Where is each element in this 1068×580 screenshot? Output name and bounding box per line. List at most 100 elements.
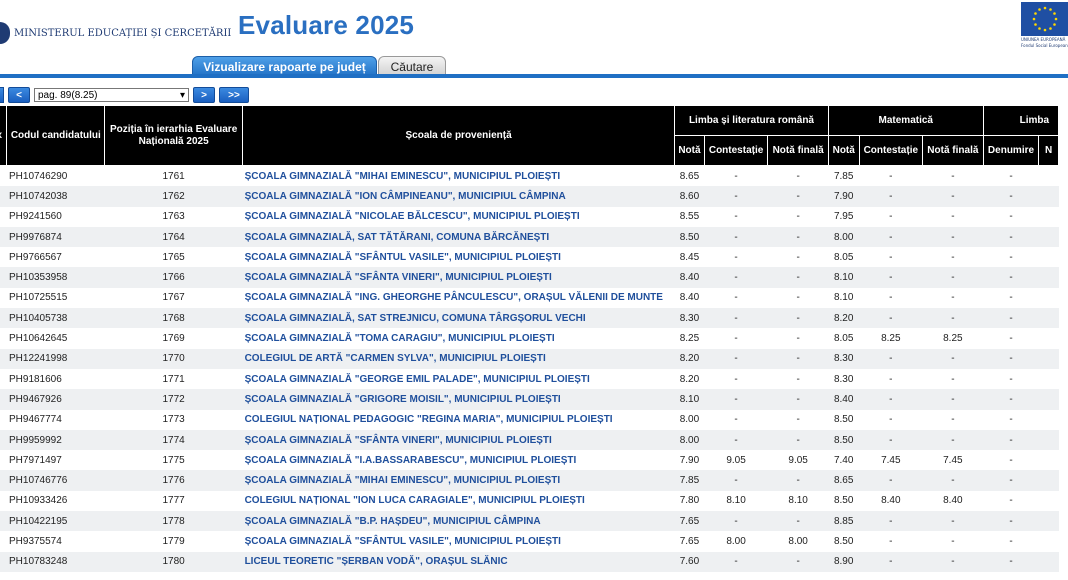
mate-nota-cell: 8.65 <box>828 470 860 491</box>
limba-n-cell <box>1038 531 1059 552</box>
table-row: PH10742038 1762 ȘCOALA GIMNAZIALĂ "ION CÂM… <box>0 186 1059 207</box>
candidate-code-cell: PH9375574 <box>6 531 105 552</box>
limba-n-cell <box>1038 226 1059 248</box>
table-row: PH9766567 1765 ȘCOALA GIMNAZIALĂ "SFÂNTUL … <box>0 247 1059 268</box>
eu-caption-1: UNIUNEA EUROPEANĂ <box>1021 37 1066 42</box>
first-page-button[interactable] <box>0 87 4 103</box>
school-link[interactable]: ȘCOALA GIMNAZIALĂ "ION CÂMPINEANU", MUNI… <box>242 186 675 207</box>
romana-nota-finala-cell: - <box>767 308 829 329</box>
col-header-romana-nota: Notă <box>674 135 705 166</box>
school-link[interactable]: ȘCOALA GIMNAZIALĂ "SFÂNTUL VASILE", MUNI… <box>242 531 675 552</box>
mate-nota-finala-cell: - <box>922 226 984 248</box>
school-link[interactable]: ȘCOALA GIMNAZIALĂ, SAT STREJNICU, COMUNA… <box>242 308 675 329</box>
mate-nota-finala-cell: - <box>922 429 984 451</box>
school-link[interactable]: ȘCOALA GIMNAZIALĂ "ING. GHEORGHE PÂNCULE… <box>242 287 675 309</box>
school-link[interactable]: ȘCOALA GIMNAZIALĂ "GEORGE EMIL PALADE", … <box>242 368 675 390</box>
limba-denumire-cell: - <box>983 206 1039 227</box>
col-group-limba: Limba <box>982 105 1060 136</box>
school-link[interactable]: ȘCOALA GIMNAZIALĂ "I.A.BASSARABESCU", MU… <box>242 450 675 471</box>
romana-contestatie-cell: - <box>704 247 768 268</box>
mate-nota-cell: 8.50 <box>828 490 860 512</box>
limba-n-cell <box>1038 511 1059 532</box>
row-spacer-cell <box>0 531 7 552</box>
candidate-code-cell: PH10405738 <box>6 308 105 329</box>
school-link[interactable]: ȘCOALA GIMNAZIALĂ "TOMA CARAGIU", MUNICI… <box>242 328 675 349</box>
mate-nota-finala-cell: - <box>922 186 984 207</box>
mate-contestatie-cell: - <box>859 531 923 552</box>
position-cell: 1779 <box>104 531 243 552</box>
limba-n-cell <box>1038 287 1059 309</box>
romana-nota-finala-cell: - <box>767 226 829 248</box>
school-link[interactable]: ȘCOALA GIMNAZIALĂ, SAT TĂTĂRANI, COMUNA … <box>242 226 675 248</box>
limba-n-cell <box>1038 165 1059 187</box>
mate-nota-finala-cell: - <box>922 267 984 288</box>
mate-contestatie-cell: - <box>859 267 923 288</box>
mate-nota-finala-cell: - <box>922 470 984 491</box>
limba-denumire-cell: - <box>983 308 1039 329</box>
mate-contestatie-cell: - <box>859 186 923 207</box>
school-link[interactable]: ȘCOALA GIMNAZIALĂ "NICOLAE BĂLCESCU", MU… <box>242 206 675 227</box>
limba-denumire-cell: - <box>983 368 1039 390</box>
mate-nota-finala-cell: - <box>922 308 984 329</box>
limba-denumire-cell: - <box>983 165 1039 187</box>
romana-contestatie-cell: - <box>704 328 768 349</box>
limba-n-cell <box>1038 389 1059 410</box>
romana-nota-cell: 8.40 <box>674 287 705 309</box>
romana-contestatie-cell: - <box>704 206 768 227</box>
col-header-romana-nota-finala: Notă finală <box>767 135 829 166</box>
school-link[interactable]: ȘCOALA GIMNAZIALĂ "MIHAI EMINESCU", MUNI… <box>242 165 675 187</box>
table-row: PH9467774 1773 COLEGIUL NAȚIONAL PEDAGOGIC… <box>0 409 1059 430</box>
romana-nota-cell: 8.40 <box>674 267 705 288</box>
school-link[interactable]: ȘCOALA GIMNAZIALĂ "SFÂNTA VINERI", MUNIC… <box>242 429 675 451</box>
candidate-code-cell: PH9959992 <box>6 429 105 451</box>
col-group-matematica: Matematică <box>827 105 984 136</box>
school-link[interactable]: COLEGIUL DE ARTĂ "CARMEN SYLVA", MUNICIP… <box>242 348 675 369</box>
mate-nota-cell: 7.95 <box>828 206 860 227</box>
school-link[interactable]: ȘCOALA GIMNAZIALĂ "B.P. HAȘDEU", MUNICIP… <box>242 511 675 532</box>
position-cell: 1772 <box>104 389 243 410</box>
candidate-code-cell: PH10742038 <box>6 186 105 207</box>
limba-n-cell <box>1038 247 1059 268</box>
mate-nota-cell: 7.90 <box>828 186 860 207</box>
school-link[interactable]: LICEUL TEORETIC "ȘERBAN VODĂ", ORAȘUL SL… <box>242 551 675 572</box>
last-page-button[interactable]: >> <box>219 87 249 103</box>
limba-denumire-cell: - <box>983 511 1039 532</box>
prev-page-button[interactable]: < <box>8 87 30 103</box>
mate-nota-finala-cell: - <box>922 531 984 552</box>
limba-denumire-cell: - <box>983 450 1039 471</box>
school-link[interactable]: ȘCOALA GIMNAZIALĂ "SFÂNTUL VASILE", MUNI… <box>242 247 675 268</box>
school-link[interactable]: ȘCOALA GIMNAZIALĂ "GRIGORE MOISIL", MUNI… <box>242 389 675 410</box>
romana-nota-finala-cell: - <box>767 348 829 369</box>
romana-contestatie-cell: 8.10 <box>704 490 768 512</box>
romana-nota-finala-cell: 8.00 <box>767 531 829 552</box>
candidate-code-cell: PH10933426 <box>6 490 105 512</box>
table-row: PH10783248 1780 LICEUL TEORETIC "ȘERBAN VO… <box>0 551 1059 572</box>
romana-contestatie-cell: - <box>704 287 768 309</box>
limba-n-cell <box>1038 450 1059 471</box>
mate-nota-cell: 8.30 <box>828 348 860 369</box>
mate-contestatie-cell: - <box>859 287 923 309</box>
limba-n-cell <box>1038 409 1059 430</box>
school-link[interactable]: COLEGIUL NAȚIONAL PEDAGOGIC "REGINA MARI… <box>242 409 675 430</box>
position-cell: 1767 <box>104 287 243 309</box>
school-link[interactable]: ȘCOALA GIMNAZIALĂ "MIHAI EMINESCU", MUNI… <box>242 470 675 491</box>
mate-contestatie-cell: - <box>859 429 923 451</box>
table-row: PH9181606 1771 ȘCOALA GIMNAZIALĂ "GEORGE E… <box>0 368 1059 390</box>
position-cell: 1776 <box>104 470 243 491</box>
limba-denumire-cell: - <box>983 247 1039 268</box>
limba-denumire-cell: - <box>983 287 1039 309</box>
col-header-mate-nota-finala: Notă finală <box>922 135 984 166</box>
position-cell: 1765 <box>104 247 243 268</box>
mate-contestatie-cell: 8.40 <box>859 490 923 512</box>
limba-n-cell <box>1038 429 1059 451</box>
eu-caption-2: Fondul Social European <box>1021 43 1068 48</box>
school-link[interactable]: COLEGIUL NAȚIONAL "ION LUCA CARAGIALE", … <box>242 490 675 512</box>
mate-contestatie-cell: - <box>859 409 923 430</box>
next-page-button[interactable]: > <box>193 87 215 103</box>
page-header: MINISTERUL EDUCAȚIEI ȘI CERCETĂRII Evalu… <box>0 0 1068 56</box>
school-link[interactable]: ȘCOALA GIMNAZIALĂ "SFÂNTA VINERI", MUNIC… <box>242 267 675 288</box>
row-spacer-cell <box>0 247 7 268</box>
page-select[interactable]: pag. 89(8.25) ▾ <box>34 88 189 102</box>
row-spacer-cell <box>0 429 7 451</box>
candidate-code-cell: PH10746290 <box>6 165 105 187</box>
